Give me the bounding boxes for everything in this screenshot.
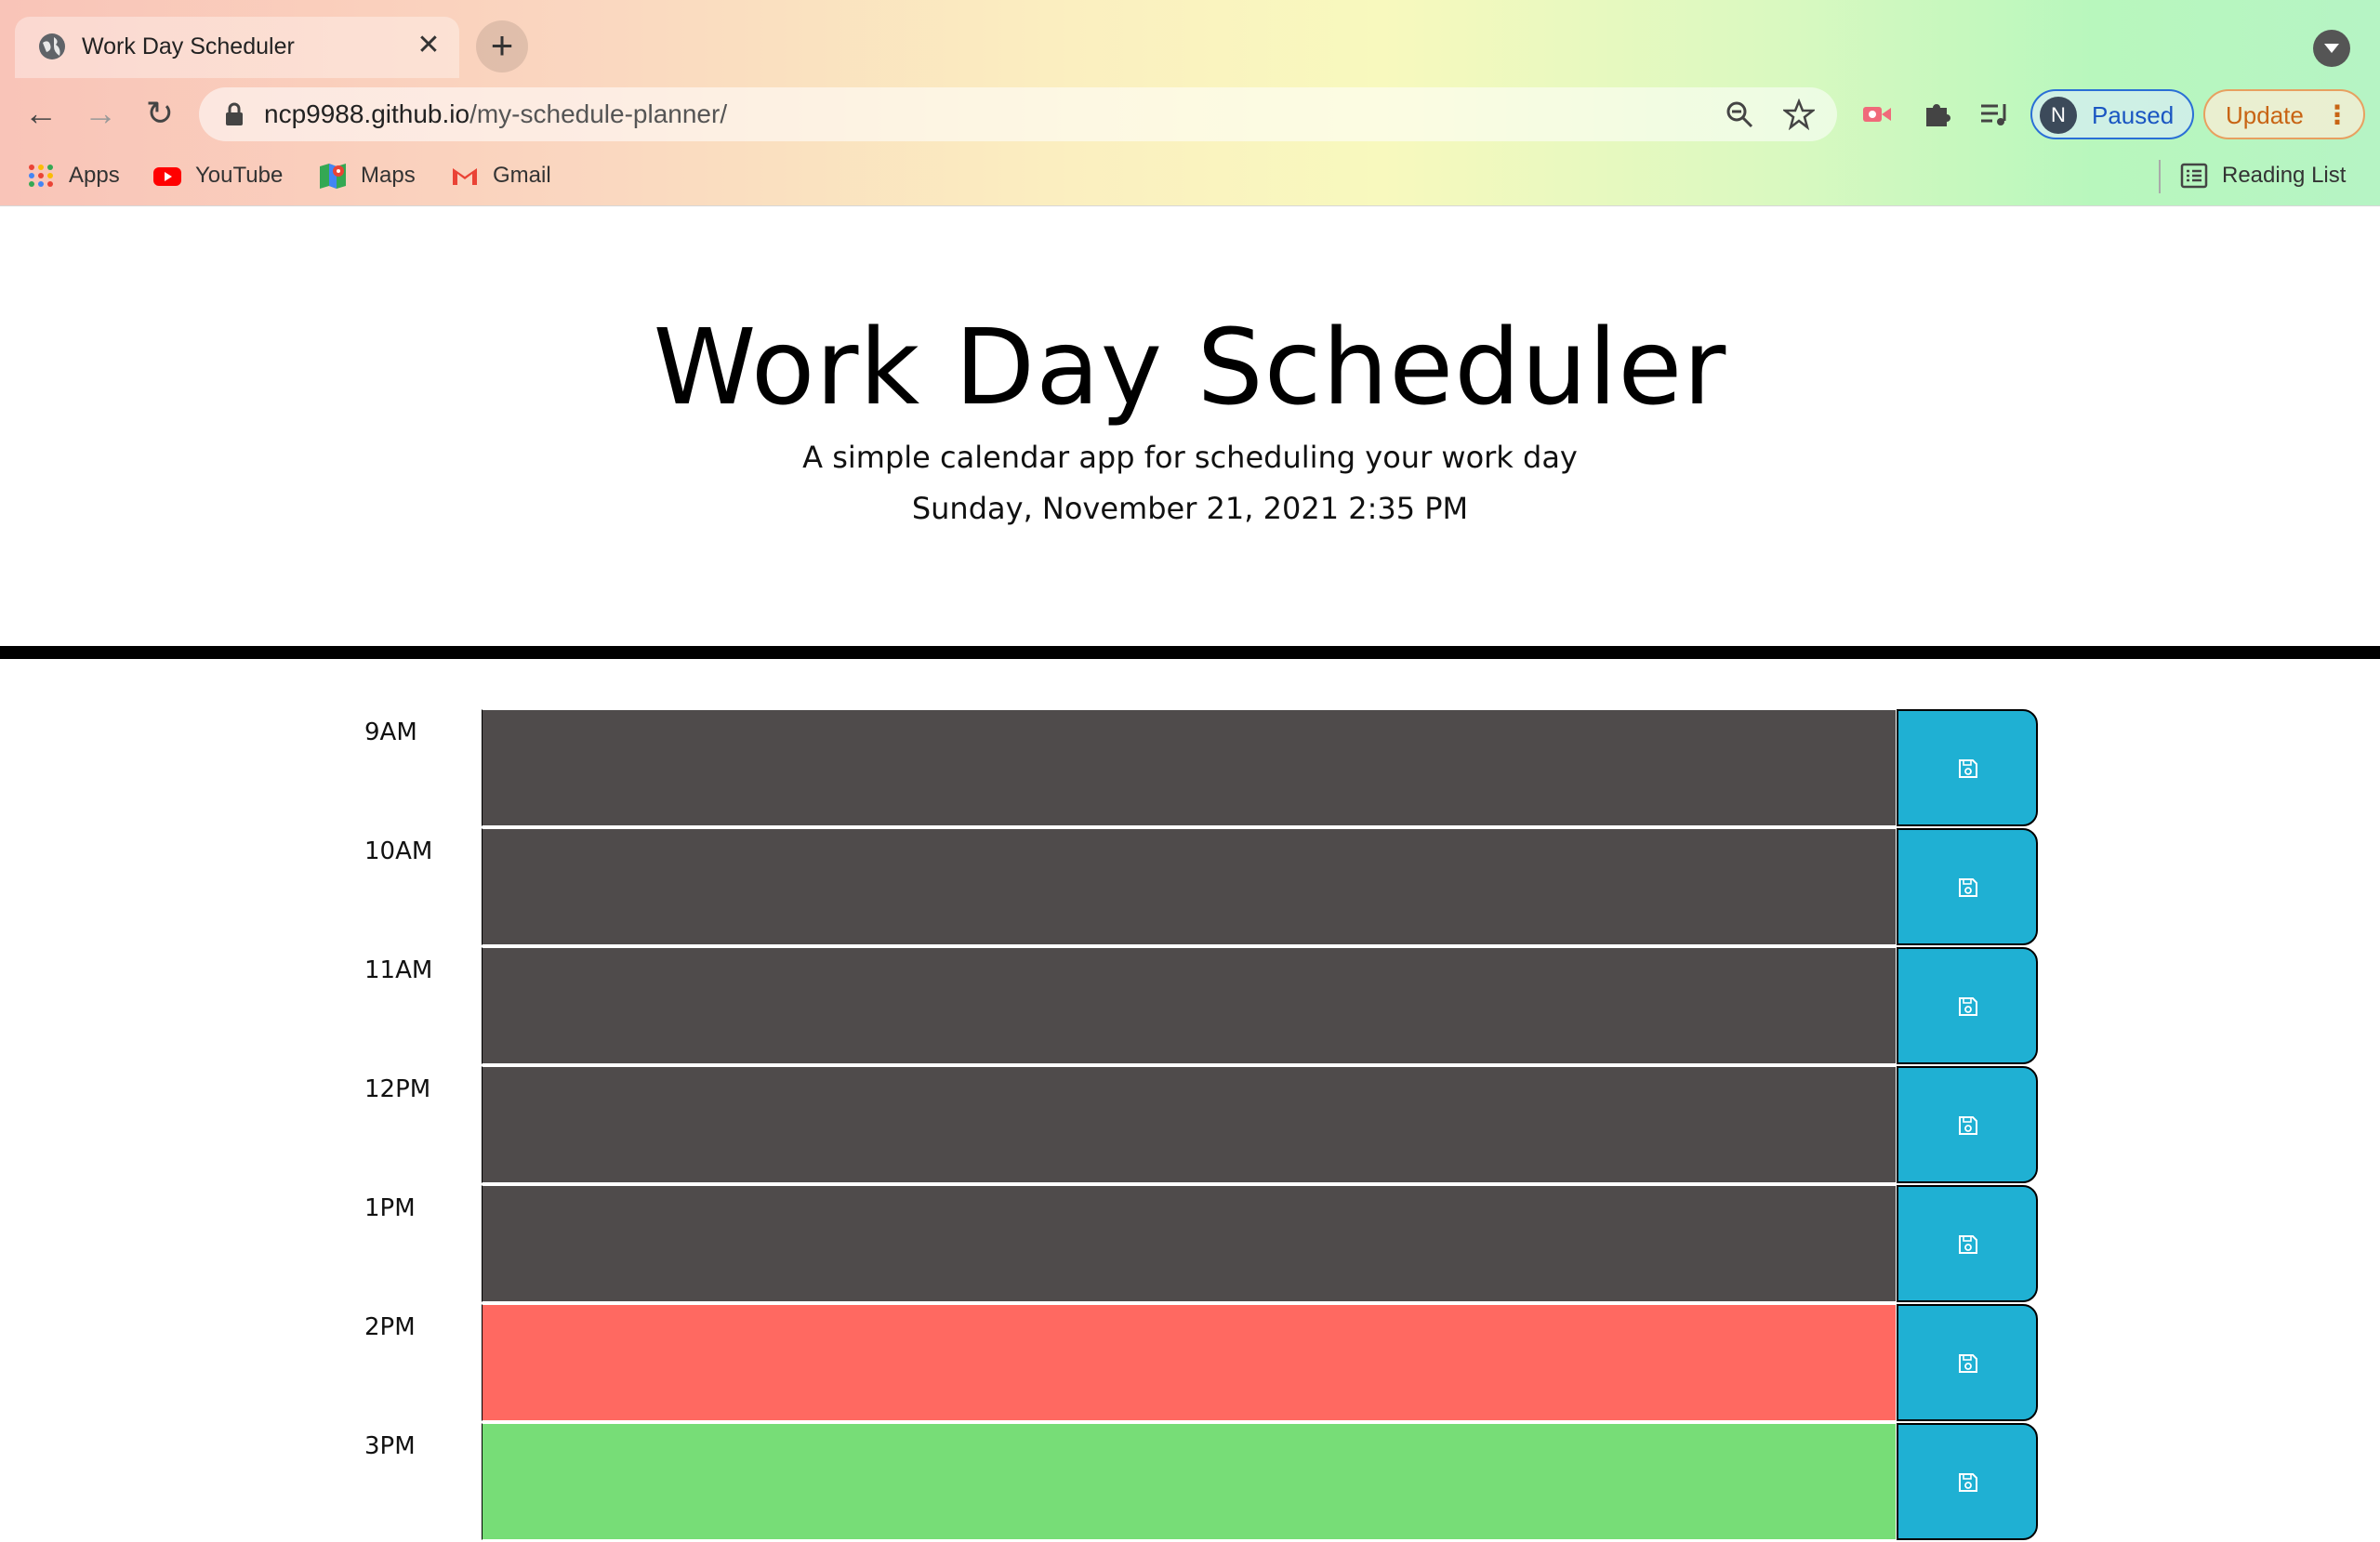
bookmark-maps[interactable]: Maps (318, 160, 416, 191)
reading-list-button[interactable]: Reading List (2179, 160, 2346, 191)
time-block: 2PM (0, 1304, 2380, 1423)
maps-icon (320, 164, 346, 189)
floppy-disk-icon (1959, 1235, 1977, 1254)
screen-record-extension-icon[interactable] (1859, 97, 1895, 132)
hour-label: 10AM (364, 837, 433, 865)
browser-tab[interactable]: Work Day Scheduler ✕ (15, 17, 459, 78)
save-button[interactable] (1897, 828, 2038, 945)
update-label: Update (2226, 101, 2304, 129)
save-button[interactable] (1897, 1304, 2038, 1421)
event-textarea[interactable] (482, 1066, 1897, 1183)
url-path: /my-schedule-planner/ (469, 99, 728, 128)
time-block: 11AM (0, 947, 2380, 1066)
gmail-icon (453, 168, 477, 185)
bookmark-label: Gmail (493, 163, 551, 188)
floppy-disk-icon (1959, 1354, 1977, 1373)
event-textarea[interactable] (482, 947, 1897, 1064)
floppy-disk-icon (1959, 759, 1977, 778)
event-textarea[interactable] (482, 1423, 1897, 1540)
save-button[interactable] (1897, 947, 2038, 1064)
event-textarea[interactable] (482, 709, 1897, 826)
hour-label: 1PM (364, 1194, 416, 1222)
save-button[interactable] (1897, 1185, 2038, 1302)
reading-list-label: Reading List (2222, 163, 2347, 188)
star-bookmark-icon[interactable] (1783, 99, 1815, 130)
time-block: 10AM (0, 828, 2380, 947)
header-divider (0, 646, 2380, 659)
time-block: 12PM (0, 1066, 2380, 1185)
tab-title: Work Day Scheduler (82, 33, 295, 59)
hour-label: 3PM (364, 1432, 416, 1460)
profile-button[interactable]: N Paused (2030, 89, 2194, 139)
time-block: 1PM (0, 1185, 2380, 1304)
hour-label: 9AM (364, 718, 417, 746)
media-control-icon[interactable] (1977, 97, 2012, 132)
kebab-menu-icon[interactable]: ⋮ (2324, 99, 2350, 130)
forward-arrow-icon[interactable]: → (80, 93, 121, 134)
bookmark-label: Maps (361, 163, 416, 188)
time-block: 9AM (0, 709, 2380, 828)
url-domain: ncp9988.github.io (264, 99, 470, 128)
bookmark-youtube[interactable]: YouTube (152, 160, 283, 191)
page-subtitle: A simple calendar app for scheduling you… (802, 440, 1578, 475)
address-bar[interactable]: ncp9988.github.io/my-schedule-planner/ (199, 87, 1837, 141)
globe-icon (39, 33, 65, 59)
youtube-icon (153, 167, 181, 186)
floppy-disk-icon (1959, 1473, 1977, 1492)
jumbotron-header: Work Day Scheduler A simple calendar app… (0, 207, 2380, 644)
page-content: Work Day Scheduler A simple calendar app… (0, 207, 2380, 1540)
bookmark-gmail[interactable]: Gmail (450, 160, 551, 191)
puzzle-extensions-icon[interactable] (1919, 97, 1954, 132)
bookmark-apps[interactable]: Apps (26, 160, 120, 191)
floppy-disk-icon (1959, 997, 1977, 1016)
reading-list-icon (2180, 163, 2208, 189)
bookmark-label: Apps (69, 163, 120, 188)
hour-label: 11AM (364, 956, 433, 984)
event-textarea[interactable] (482, 828, 1897, 945)
save-button[interactable] (1897, 1423, 2038, 1540)
url-text: ncp9988.github.io/my-schedule-planner/ (264, 99, 727, 129)
floppy-disk-icon (1959, 1116, 1977, 1135)
reload-icon[interactable]: ↻ (139, 93, 180, 134)
profile-status-label: Paused (2092, 101, 2175, 129)
back-arrow-icon[interactable]: ← (20, 93, 61, 134)
bookmark-divider (2159, 160, 2161, 193)
save-button[interactable] (1897, 709, 2038, 826)
lock-icon (226, 102, 243, 125)
hour-label: 2PM (364, 1313, 416, 1341)
event-textarea[interactable] (482, 1185, 1897, 1302)
event-textarea[interactable] (482, 1304, 1897, 1421)
page-title: Work Day Scheduler (653, 308, 1727, 428)
time-block: 3PM (0, 1423, 2380, 1542)
hour-label: 12PM (364, 1075, 431, 1103)
current-date: Sunday, November 21, 2021 2:35 PM (911, 491, 1469, 526)
browser-chrome: Work Day Scheduler ✕ + ← → ↻ ncp9988.git… (0, 0, 2380, 206)
close-tab-icon[interactable]: ✕ (413, 30, 444, 61)
floppy-disk-icon (1959, 878, 1977, 897)
bookmark-label: YouTube (195, 163, 284, 188)
update-button[interactable]: Update ⋮ (2203, 89, 2365, 139)
avatar: N (2040, 97, 2077, 134)
new-tab-button[interactable]: + (476, 20, 528, 72)
apps-grid-icon (29, 165, 53, 187)
tab-search-icon[interactable] (2313, 30, 2350, 67)
save-button[interactable] (1897, 1066, 2038, 1183)
zoom-out-icon[interactable] (1724, 99, 1755, 130)
